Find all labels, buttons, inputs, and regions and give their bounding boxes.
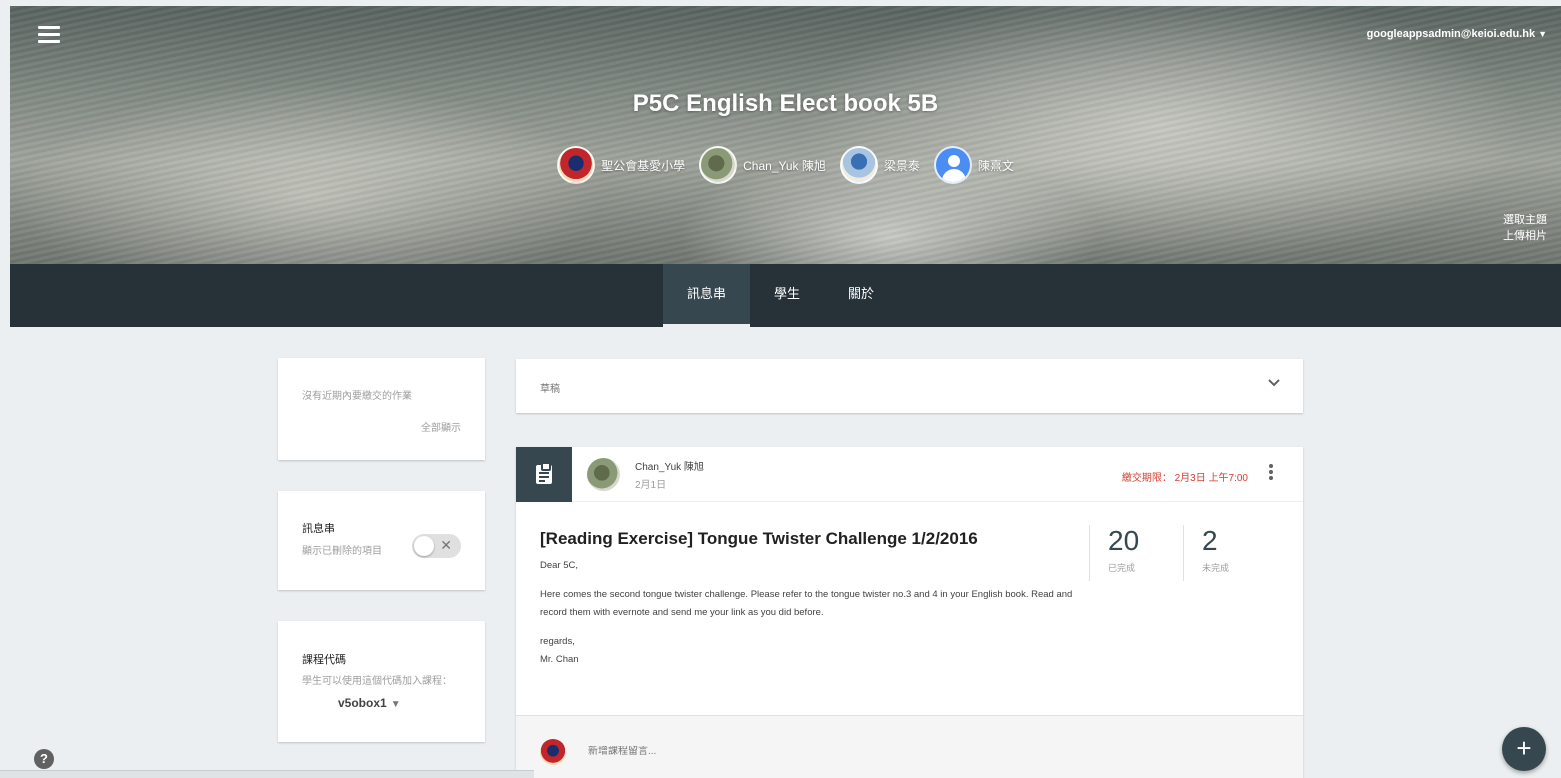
post-text: Here comes the second tongue twister cha… <box>540 589 1073 618</box>
chevron-down-icon <box>1268 379 1280 387</box>
teacher-item[interactable]: 梁景泰 <box>839 146 920 184</box>
show-deleted-toggle[interactable]: ✕ <box>412 534 461 558</box>
close-icon: ✕ <box>440 537 452 553</box>
more-vert-icon[interactable] <box>1265 464 1277 484</box>
help-icon[interactable]: ? <box>34 749 54 769</box>
post-author[interactable]: Chan_Yuk 陳旭 <box>635 458 704 473</box>
comment-input[interactable] <box>588 746 988 757</box>
post-date: 2月1日 <box>635 480 667 491</box>
avatar <box>540 739 566 765</box>
show-all-link[interactable]: 全部顯示 <box>421 419 461 434</box>
teacher-item[interactable]: 聖公會基愛小學 <box>557 146 685 184</box>
assignment-post: Chan_Yuk 陳旭 2月1日 繳交期限： 2月3日 上午7:00 [Read… <box>516 447 1303 778</box>
select-theme-link[interactable]: 選取主題 <box>1503 212 1547 228</box>
stream-settings-card: 訊息串 顯示已刪除的項目 ✕ <box>278 491 485 590</box>
drafts-panel[interactable]: 草稿 <box>516 359 1303 413</box>
tab-about[interactable]: 關於 <box>824 264 898 327</box>
upcoming-card: 沒有近期內要繳交的作業 全部顯示 <box>278 358 485 460</box>
post-header: Chan_Yuk 陳旭 2月1日 繳交期限： 2月3日 上午7:00 <box>516 447 1303 502</box>
class-code-dropdown[interactable]: v5obox1 ▼ <box>338 696 401 710</box>
browser-status-bar <box>0 770 534 778</box>
teacher-name: Chan_Yuk 陳旭 <box>743 158 826 173</box>
due-date: 繳交期限： 2月3日 上午7:00 <box>1121 473 1248 484</box>
avatar[interactable] <box>587 458 620 491</box>
done-stat[interactable]: 20 已完成 <box>1089 525 1183 581</box>
post-body: Dear 5C, Here comes the second tongue tw… <box>540 557 1080 669</box>
caret-down-icon: ▼ <box>390 699 401 710</box>
upcoming-text: 沒有近期內要繳交的作業 <box>302 391 412 402</box>
teacher-name: 聖公會基愛小學 <box>601 158 686 173</box>
post-greeting: Dear 5C, <box>540 560 579 571</box>
class-code-value: v5obox1 <box>338 696 387 710</box>
tab-stream[interactable]: 訊息串 <box>662 264 750 327</box>
class-code-card: 課程代碼 學生可以使用這個代碼加入課程： v5obox1 ▼ <box>278 621 485 742</box>
avatar <box>839 146 878 184</box>
tab-bar: 訊息串 學生 關於 <box>10 264 1561 327</box>
comment-bar <box>516 715 1303 778</box>
drafts-label: 草稿 <box>540 384 560 395</box>
course-banner: googleappsadmin@keioi.edu.hk ▼ P5C Englis… <box>10 6 1561 264</box>
avatar <box>557 146 596 184</box>
done-count: 20 <box>1108 525 1140 556</box>
add-icon[interactable]: + <box>1502 727 1546 771</box>
not-done-stat[interactable]: 2 未完成 <box>1183 525 1277 581</box>
teacher-name: 梁景泰 <box>883 158 920 173</box>
done-label: 已完成 <box>1108 563 1136 573</box>
avatar <box>933 146 972 184</box>
teacher-name: 陳熹文 <box>977 158 1014 173</box>
toggle-knob <box>414 536 434 556</box>
class-code-hint: 學生可以使用這個代碼加入課程： <box>302 676 452 687</box>
tab-students[interactable]: 學生 <box>750 264 824 327</box>
stream-title: 訊息串 <box>302 523 335 535</box>
caret-down-icon: ▼ <box>1538 29 1547 39</box>
class-code-title: 課程代碼 <box>302 654 346 666</box>
not-done-count: 2 <box>1202 525 1218 556</box>
banner-actions: 選取主題 上傳相片 <box>1503 212 1547 244</box>
account-email: googleappsadmin@keioi.edu.hk <box>1366 28 1536 40</box>
assignment-icon <box>516 447 572 502</box>
post-title[interactable]: [Reading Exercise] Tongue Twister Challe… <box>540 529 978 549</box>
show-deleted-label: 顯示已刪除的項目 <box>302 546 382 557</box>
course-title: P5C English Elect book 5B <box>632 90 939 117</box>
post-signature: Mr. Chan <box>540 654 579 665</box>
post-signoff: regards, <box>540 636 575 647</box>
avatar <box>699 146 738 184</box>
upload-photo-link[interactable]: 上傳相片 <box>1503 228 1547 244</box>
not-done-label: 未完成 <box>1202 563 1230 573</box>
menu-icon[interactable] <box>38 26 60 44</box>
teacher-item[interactable]: Chan_Yuk 陳旭 <box>699 146 826 184</box>
teacher-list: 聖公會基愛小學 Chan_Yuk 陳旭 梁景泰 陳熹文 <box>10 146 1561 184</box>
account-menu[interactable]: googleappsadmin@keioi.edu.hk ▼ <box>1367 28 1547 40</box>
teacher-item[interactable]: 陳熹文 <box>933 146 1014 184</box>
submission-stats: 20 已完成 2 未完成 <box>1089 525 1277 581</box>
